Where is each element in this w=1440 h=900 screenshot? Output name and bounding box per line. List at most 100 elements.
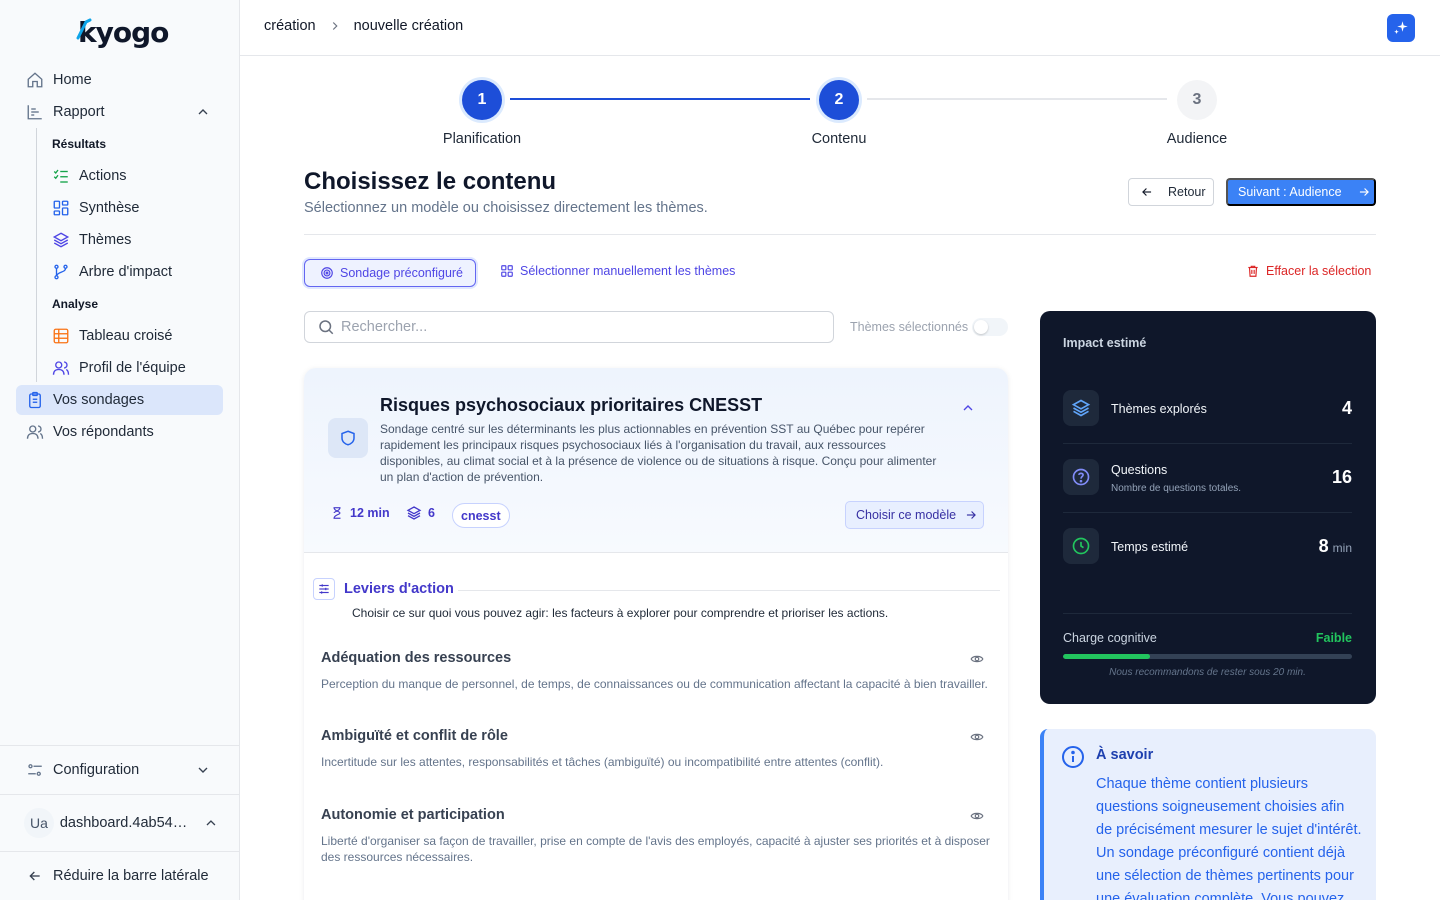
sidebar-item-label: Synthèse [79,200,140,216]
chevron-right-icon [328,19,342,33]
collapse-label: Réduire la barre latérale [53,868,209,884]
sidebar-item-home[interactable]: Home [16,65,223,95]
template-themes-count: 6 [406,505,435,521]
sidebar-divider [0,851,239,852]
collapse-sidebar-button[interactable]: Réduire la barre latérale [16,861,223,891]
arrow-right-icon [1357,185,1371,199]
theme-title: Adéquation des ressources [321,650,512,666]
sidebar-item-sondages[interactable]: Vos sondages [16,385,223,415]
impact-title: Impact estimé [1063,336,1147,350]
impact-value: 8 min [1319,536,1352,557]
tab-manual[interactable]: Sélectionner manuellement les thèmes [500,264,735,278]
divider [304,234,1376,235]
theme-description: Liberté d'organiser sa façon de travaill… [321,834,990,864]
search-box [304,311,834,343]
toggle-label: Thèmes sélectionnés [850,320,969,334]
topbar: création nouvelle création [240,0,1440,56]
step-connector [867,98,1167,100]
time-unit: min [1332,541,1352,555]
sidebar-item-themes[interactable]: Thèmes [16,225,223,255]
clear-label: Effacer la sélection [1266,264,1372,278]
sliders-icon [313,578,335,600]
user-menu[interactable]: Ua dashboard.4ab541… [24,806,219,840]
template-tag: cnesst [452,503,510,528]
home-icon [25,70,45,90]
info-title: À savoir [1096,747,1154,763]
shield-icon [328,418,368,458]
theme-description: Incertitude sur les attentes, responsabi… [321,755,884,769]
sidebar-item-label: Actions [79,168,127,184]
theme-description: Perception du manque de personnel, de te… [321,677,988,691]
step-3-indicator[interactable]: 3 [1177,80,1217,120]
sidebar: kyogo Home Rapport Résultats Actions Syn… [0,0,240,900]
search-input[interactable] [341,319,811,335]
sidebar-divider [0,745,239,746]
page-subtitle: Sélectionnez un modèle ou choisissez dir… [304,200,708,216]
next-button[interactable]: Suivant : Audience [1226,178,1376,206]
sidebar-item-label: Configuration [53,762,140,778]
table-icon [51,326,71,346]
category-description: Choisir ce sur quoi vous pouvez agir: le… [352,606,889,620]
breadcrumb: création nouvelle création [264,18,463,34]
breadcrumb-item[interactable]: création [264,18,316,34]
section-results: Résultats [52,137,107,151]
sidebar-item-arbre[interactable]: Arbre d'impact [16,257,223,287]
sidebar-item-synthese[interactable]: Synthèse [16,193,223,223]
impact-label: Thèmes explorés [1111,402,1207,416]
eye-icon[interactable] [970,730,984,744]
hourglass-icon [330,505,344,521]
charge-bar-fill [1063,654,1150,659]
clock-icon [1063,528,1099,564]
choose-template-button[interactable]: Choisir ce modèle [845,501,984,529]
impact-label: Questions [1111,463,1168,477]
step-2-indicator[interactable]: 2 [819,80,859,120]
clear-selection-button[interactable]: Effacer la sélection [1246,264,1371,278]
breadcrumb-item[interactable]: nouvelle création [354,18,464,34]
logo-mark-icon [76,18,92,40]
divider [1063,613,1352,614]
charge-level: Faible [1315,631,1352,645]
charge-bar [1063,654,1352,659]
sidebar-item-actions[interactable]: Actions [16,161,223,191]
sidebar-item-label: Arbre d'impact [79,264,173,280]
tab-label: Sondage préconfiguré [340,266,464,280]
impact-row-questions: Questions Nombre de questions totales. 1… [1063,443,1352,512]
sliders-icon [25,760,45,780]
charge-note: Nous recommandons de rester sous 20 min. [1109,667,1306,678]
brand-logo[interactable]: kyogo [76,12,169,52]
sidebar-item-tableau[interactable]: Tableau croisé [16,321,223,351]
charge-label: Charge cognitive [1063,631,1157,645]
users-icon [25,422,45,442]
sidebar-item-profil[interactable]: Profil de l'équipe [16,353,223,383]
sidebar-item-label: Profil de l'équipe [79,360,186,376]
ai-assistant-button[interactable] [1387,14,1415,42]
info-box: À savoir Chaque thème contient plusieurs… [1040,729,1376,900]
arrow-left-icon [25,866,45,886]
sidebar-item-label: Vos répondants [53,424,154,440]
avatar: Ua [24,808,54,838]
toggle-knob [974,320,988,334]
back-button[interactable]: Retour [1128,178,1214,206]
sidebar-item-label: Vos sondages [53,392,145,408]
eye-icon[interactable] [970,809,984,823]
impact-label: Temps estimé [1111,540,1189,554]
step-1-label: Planification [442,131,522,147]
sidebar-item-repondants[interactable]: Vos répondants [16,417,223,447]
sidebar-item-configuration[interactable]: Configuration [16,755,223,785]
template-header[interactable]: Risques psychosociaux prioritaires CNESS… [304,368,1008,553]
next-label: Suivant : Audience [1238,185,1342,199]
section-analysis: Analyse [52,297,99,311]
sparkles-icon [1394,21,1408,34]
category-divider [458,590,1000,591]
sidebar-item-label: Tableau croisé [79,328,173,344]
eye-icon[interactable] [970,652,984,666]
choose-label: Choisir ce modèle [856,508,957,522]
step-1-indicator[interactable]: 1 [462,80,502,120]
layers-icon [1063,390,1099,426]
chevron-up-icon [206,820,216,826]
tab-preconfigured[interactable]: Sondage préconfiguré [304,259,476,287]
chevron-up-icon[interactable] [960,400,976,416]
sidebar-item-rapport[interactable]: Rapport [16,97,223,127]
template-duration: 12 min [330,505,390,521]
selected-themes-toggle[interactable] [972,318,1008,336]
